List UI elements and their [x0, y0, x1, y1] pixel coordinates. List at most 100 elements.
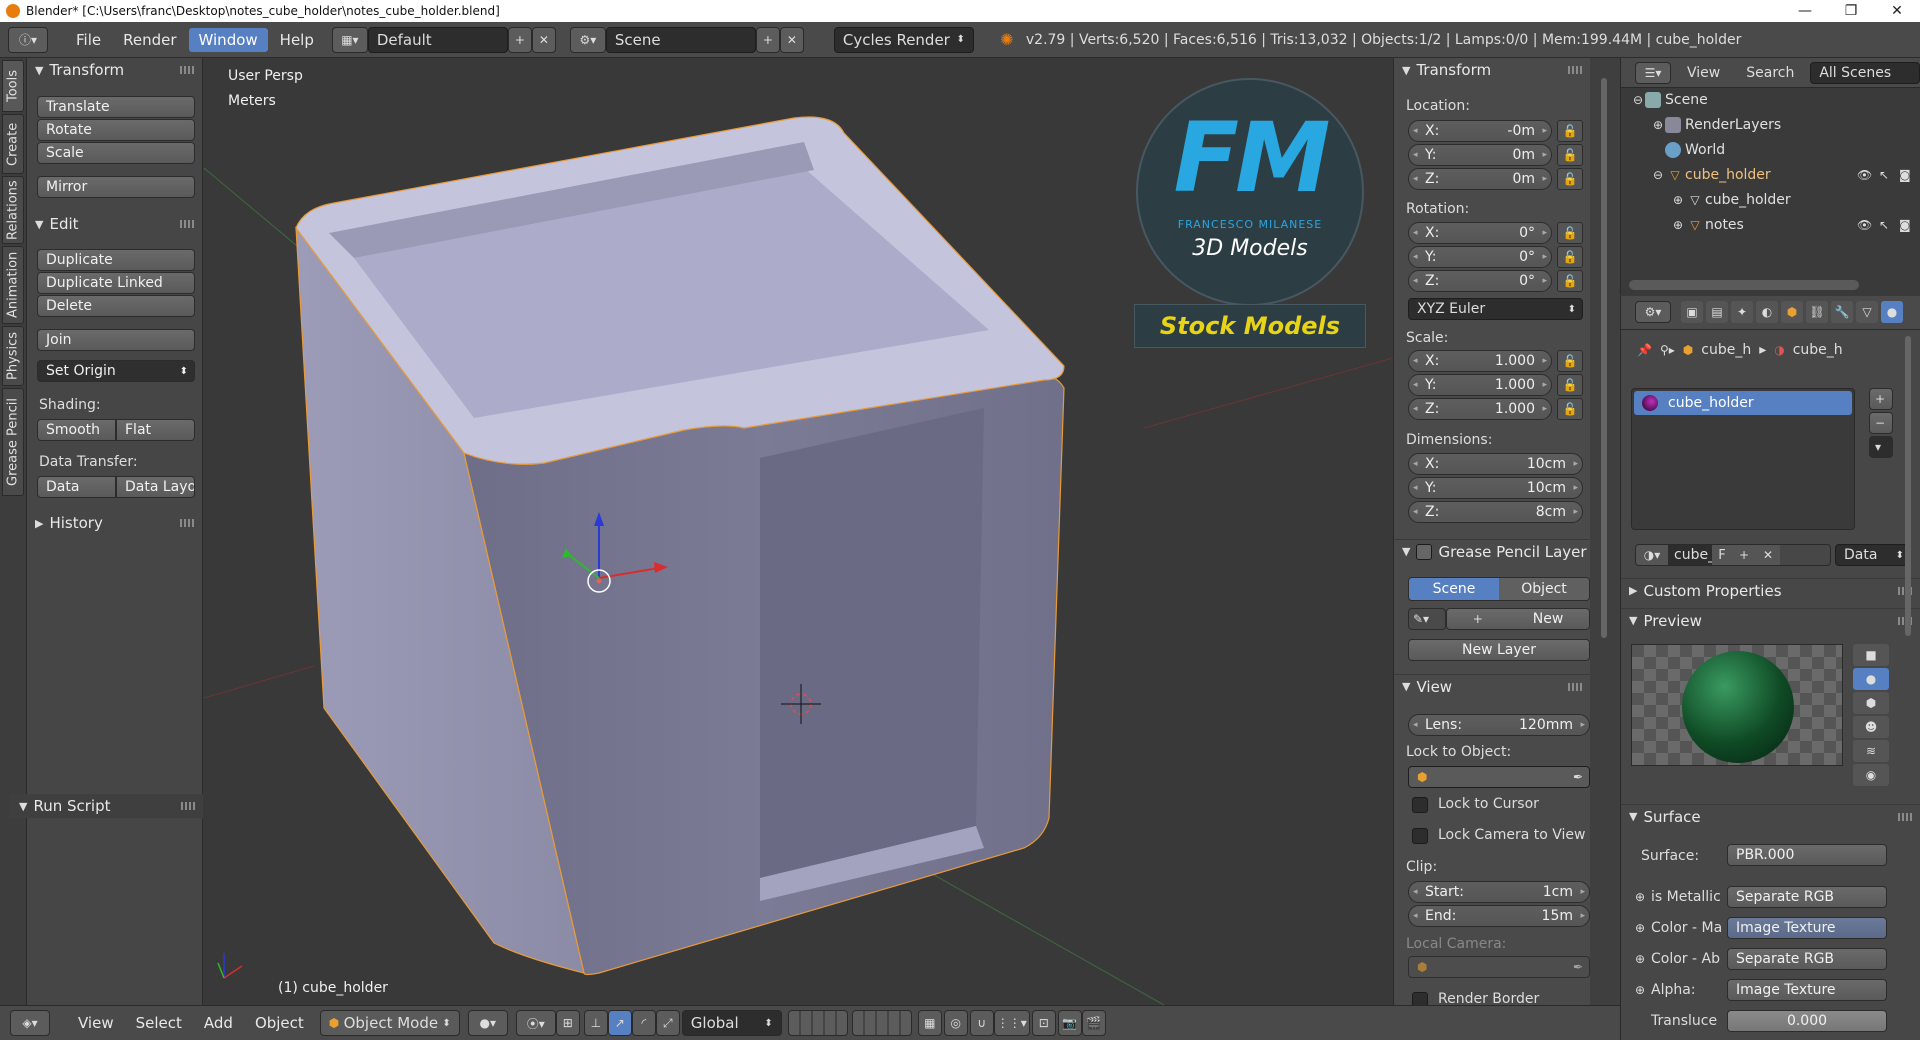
set-origin-select[interactable]: Set Origin ⬍: [37, 360, 195, 382]
data-tab-icon[interactable]: ▽: [1856, 301, 1878, 323]
eyedropper-icon[interactable]: ✒: [1573, 770, 1583, 784]
properties-scrollbar[interactable]: [1905, 336, 1911, 636]
menu-render[interactable]: Render: [113, 28, 186, 52]
custom-properties-header[interactable]: ▶ Custom Properties: [1621, 578, 1920, 602]
scene-browse-button[interactable]: ⚙▾: [569, 26, 606, 53]
outliner-item-cube-holder[interactable]: ⊖ ▽ cube_holder: [1651, 167, 1771, 183]
data-transfer-button[interactable]: Data: [37, 476, 116, 498]
drag-grip-icon[interactable]: [1568, 683, 1582, 691]
rotation-mode-select[interactable]: XYZ Euler ⬍: [1408, 298, 1583, 320]
clip-end-field[interactable]: End: 15m: [1408, 905, 1590, 927]
material-unlink-button[interactable]: ✕: [1756, 545, 1780, 565]
lock-icon[interactable]: 🔓: [1557, 398, 1583, 420]
smooth-shading-button[interactable]: Smooth: [37, 419, 116, 441]
material-browse-button[interactable]: ◑▾: [1636, 545, 1668, 565]
outliner-item-world[interactable]: World: [1665, 142, 1725, 158]
layout-browse-button[interactable]: ▦▾: [331, 26, 368, 53]
gp-new-layer-button[interactable]: New Layer: [1408, 639, 1590, 661]
viewport-editor-type-button[interactable]: ◈▾: [10, 1010, 50, 1036]
expand-icon[interactable]: ⊕: [1671, 218, 1685, 232]
surface-shader-select[interactable]: PBR.000: [1727, 844, 1887, 866]
add-material-slot-button[interactable]: +: [1869, 388, 1893, 410]
opengl-render-image-button[interactable]: 📷: [1057, 1010, 1082, 1036]
lock-icon[interactable]: 🔓: [1557, 120, 1583, 142]
lock-icon[interactable]: 🔓: [1557, 374, 1583, 396]
lock-scene-layers-button[interactable]: ▦: [917, 1010, 942, 1036]
menu-file[interactable]: File: [66, 28, 111, 52]
lock-icon[interactable]: 🔓: [1557, 144, 1583, 166]
rotation-x-field[interactable]: X: 0°: [1408, 222, 1552, 244]
expand-input-icon[interactable]: ⊕: [1635, 952, 1645, 966]
lock-icon[interactable]: 🔓: [1557, 270, 1583, 292]
input-alpha-link[interactable]: Image Texture: [1727, 979, 1887, 1001]
world-tab-icon[interactable]: ◐: [1756, 301, 1778, 323]
collapse-icon[interactable]: ⊖: [1651, 168, 1665, 182]
grease-pencil-layer-header[interactable]: ▼ Grease Pencil Layer: [1394, 539, 1590, 563]
close-window-button[interactable]: ✕: [1874, 0, 1920, 22]
surface-header[interactable]: ▼ Surface: [1621, 804, 1920, 828]
scale-z-field[interactable]: Z: 1.000: [1408, 398, 1552, 420]
outliner-item-cube-holder-mesh[interactable]: ⊕ ▽ cube_holder: [1671, 192, 1791, 208]
gp-object-button[interactable]: Object: [1499, 578, 1589, 600]
outliner-hscrollbar[interactable]: [1629, 280, 1859, 290]
n-transform-header[interactable]: ▼ Transform: [1394, 58, 1590, 82]
tab-animation[interactable]: Animation: [2, 246, 24, 324]
drag-grip-icon[interactable]: [180, 519, 194, 527]
clip-start-field[interactable]: Start: 1cm: [1408, 881, 1590, 903]
tab-physics[interactable]: Physics: [2, 326, 24, 386]
input-metallic-link[interactable]: Separate RGB: [1727, 886, 1887, 908]
render-engine-select[interactable]: Cycles Render ⬍: [833, 26, 974, 53]
rotate-manipulator-button[interactable]: ◜: [631, 1010, 656, 1036]
interaction-mode-select[interactable]: ⬢ Object Mode ⬍: [319, 1010, 460, 1036]
dimension-y-field[interactable]: Y: 10cm: [1408, 477, 1583, 499]
lock-icon[interactable]: 🔓: [1557, 246, 1583, 268]
material-slot-item[interactable]: cube_holder: [1634, 391, 1852, 415]
view-panel-header[interactable]: ▼ View: [1394, 674, 1590, 698]
gp-new-button[interactable]: + New: [1446, 608, 1590, 630]
grease-pencil-enable-checkbox[interactable]: [1416, 543, 1433, 560]
preview-world-icon[interactable]: ◉: [1853, 764, 1889, 786]
scene-add-button[interactable]: +: [755, 26, 780, 53]
expand-icon[interactable]: ⊕: [1671, 193, 1685, 207]
selectable-cursor-icon[interactable]: ↖: [1879, 168, 1889, 182]
scale-x-field[interactable]: X: 1.000: [1408, 350, 1552, 372]
pivot-point-select[interactable]: ⦿▾: [515, 1010, 556, 1036]
duplicate-button[interactable]: Duplicate: [37, 249, 195, 271]
input-color-ab-link[interactable]: Separate RGB: [1727, 948, 1887, 970]
layout-add-button[interactable]: +: [507, 26, 532, 53]
visibility-eye-icon[interactable]: 👁: [1857, 168, 1872, 182]
scene-delete-button[interactable]: ✕: [779, 26, 804, 53]
layers-row-2[interactable]: [851, 1010, 912, 1036]
object-tab-icon[interactable]: ⬢: [1781, 301, 1803, 323]
outliner-item-notes[interactable]: ⊕ ▽ notes: [1671, 217, 1744, 233]
lens-field[interactable]: Lens: 120mm: [1408, 714, 1590, 736]
preview-header[interactable]: ▼ Preview: [1621, 608, 1920, 632]
menu-view[interactable]: View: [68, 1011, 124, 1035]
renderable-camera-icon[interactable]: ◙: [1899, 218, 1911, 232]
material-fake-user-button[interactable]: F: [1712, 545, 1732, 565]
collapse-icon[interactable]: ⊖: [1631, 93, 1645, 107]
location-z-field[interactable]: Z: 0m: [1408, 168, 1552, 190]
outliner-display-mode-select[interactable]: All Scenes: [1810, 61, 1920, 84]
selectable-cursor-icon[interactable]: ↖: [1879, 218, 1889, 232]
gp-datablock-browse[interactable]: ✎▾: [1408, 608, 1446, 630]
menu-object[interactable]: Object: [245, 1011, 314, 1035]
scene-tab-icon[interactable]: ✦: [1731, 301, 1753, 323]
lock-icon[interactable]: 🔓: [1557, 222, 1583, 244]
expand-icon[interactable]: ⊕: [1651, 118, 1665, 132]
location-y-field[interactable]: Y: 0m: [1408, 144, 1552, 166]
expand-input-icon[interactable]: ⊕: [1635, 921, 1645, 935]
remove-material-slot-button[interactable]: −: [1869, 412, 1893, 434]
menu-select[interactable]: Select: [126, 1011, 192, 1035]
transform-orientation-select[interactable]: Global ⬍: [681, 1010, 782, 1036]
translate-manipulator-button[interactable]: ↗: [607, 1010, 632, 1036]
layout-delete-button[interactable]: ✕: [531, 26, 556, 53]
manipulator-toggle-button[interactable]: ⊥: [583, 1010, 608, 1036]
expand-input-icon[interactable]: ⊕: [1635, 983, 1645, 997]
maximize-button[interactable]: ❐: [1828, 0, 1874, 22]
material-tab-icon[interactable]: ●: [1881, 301, 1903, 323]
drag-grip-icon[interactable]: [181, 802, 195, 810]
rotate-button[interactable]: Rotate: [37, 119, 195, 141]
lock-to-cursor-checkbox[interactable]: [1412, 797, 1428, 813]
tab-relations[interactable]: Relations: [2, 176, 24, 244]
